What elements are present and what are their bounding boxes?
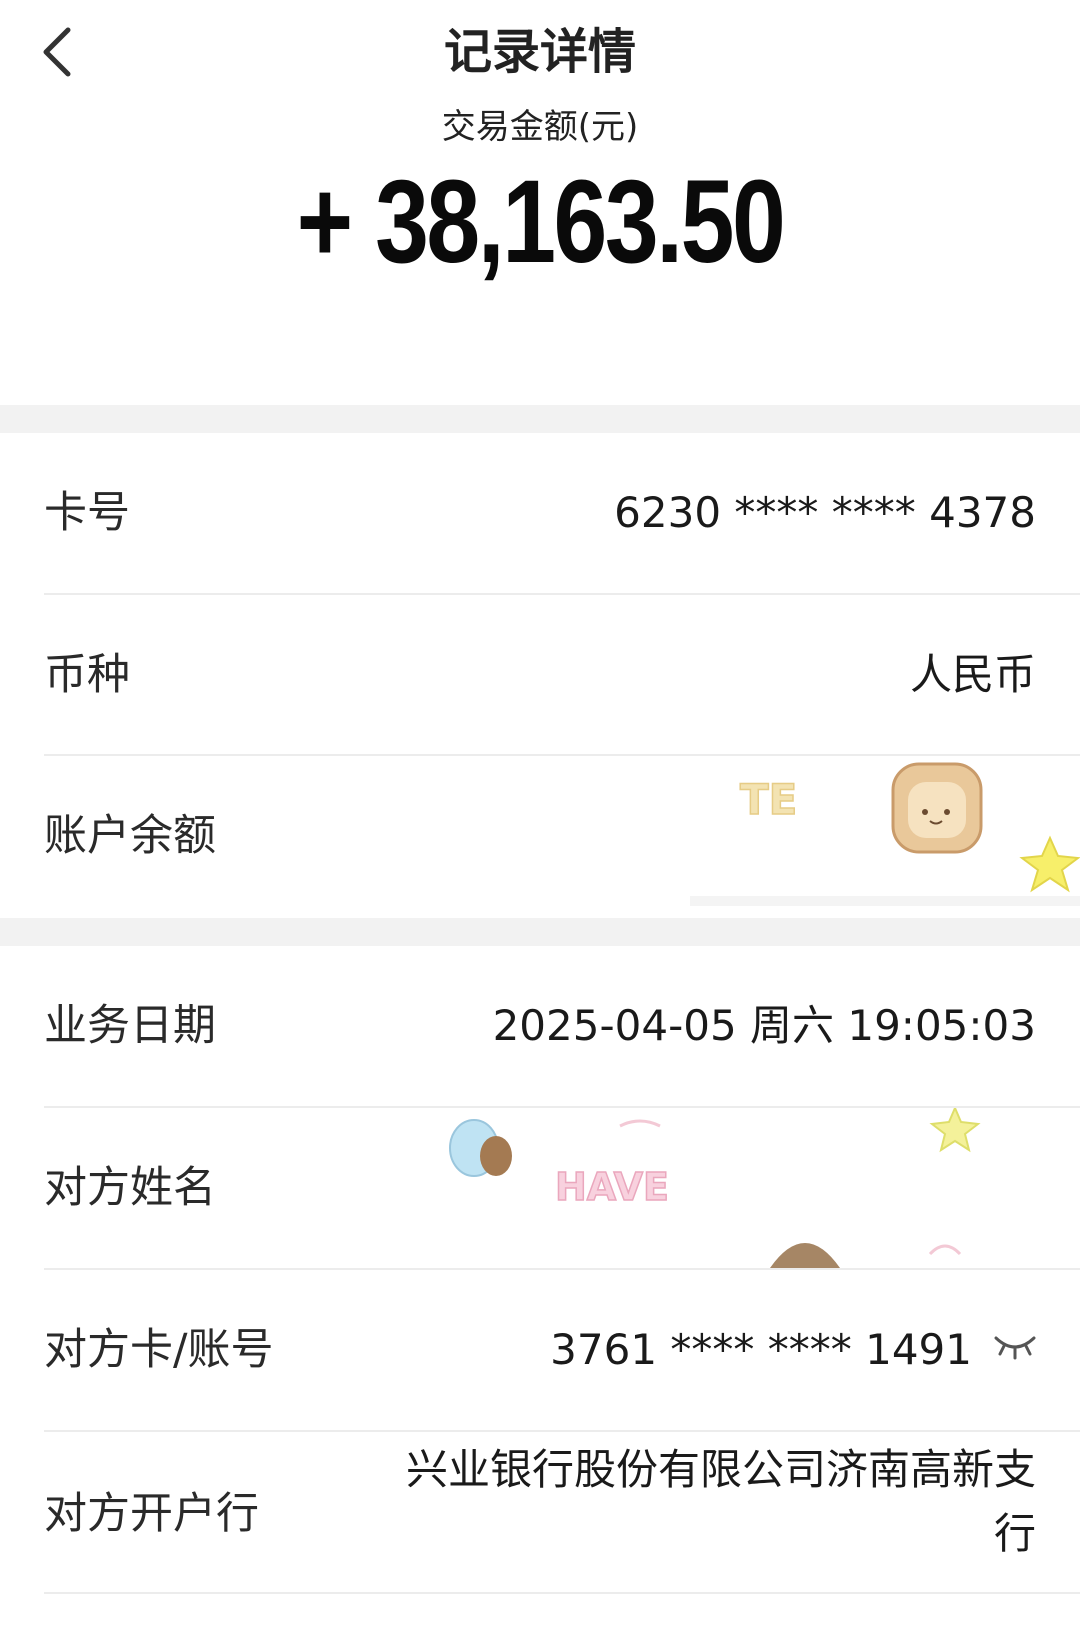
counterparty-bank-value-line1: 兴业银行股份有限公司济南高新支 (405, 1445, 1036, 1494)
card-number-value: 6230 **** **** 4378 (614, 488, 1036, 537)
amount-label: 交易金额(元) (441, 107, 639, 147)
counterparty-account-row: 对方卡/账号 3761 **** **** 1491 (0, 1270, 1080, 1432)
detail-header: 记录详情 交易金额(元) + 38,163.50 (0, 0, 1080, 405)
sticker-image: TE (690, 762, 1080, 906)
eye-closed-icon[interactable] (992, 1332, 1038, 1362)
sticker-image: HAVE (449, 1108, 981, 1268)
card-number-label: 卡号 (44, 488, 130, 538)
counterparty-bank-label: 对方开户行 (44, 1489, 259, 1539)
counterparty-bank-row: 对方开户行 兴业银行股份有限公司济南高新支 行 (0, 1432, 1080, 1594)
currency-label: 币种 (44, 650, 130, 700)
amount-value: + 38,163.50 (296, 156, 786, 288)
card-number-row: 卡号 6230 **** **** 4378 (0, 433, 1080, 595)
page-title: 记录详情 (443, 24, 636, 80)
counterparty-account-label: 对方卡/账号 (44, 1325, 274, 1375)
section-gap (0, 405, 1080, 433)
balance-row: 账户余额 TE (0, 756, 1080, 918)
row-divider (44, 1592, 1080, 1594)
currency-value: 人民币 (909, 650, 1036, 699)
sticker-text: HAVE (555, 1165, 669, 1209)
counterparty-bank-value-line2: 行 (993, 1509, 1036, 1558)
currency-row: 币种 人民币 (0, 595, 1080, 756)
star-sticker (1019, 835, 1080, 893)
section-gap (0, 918, 1080, 946)
business-date-row: 业务日期 2025-04-05 周六 19:05:03 (0, 946, 1080, 1108)
sticker-overlay: HAVE (440, 1108, 1080, 1268)
sticker-overlay: TE (690, 756, 1080, 918)
balance-label: 账户余额 (44, 811, 216, 861)
bear-ear-sticker (770, 1243, 840, 1268)
counterparty-account-value: 3761 **** **** 1491 (550, 1325, 972, 1374)
counterparty-name-label: 对方姓名 (44, 1163, 216, 1213)
counterparty-name-row: 对方姓名 HAVE (0, 1108, 1080, 1270)
business-date-value: 2025-04-05 周六 19:05:03 (492, 1001, 1036, 1050)
star-sticker (929, 1108, 981, 1153)
business-date-label: 业务日期 (44, 1001, 216, 1051)
sticker-text: TE (740, 775, 797, 824)
